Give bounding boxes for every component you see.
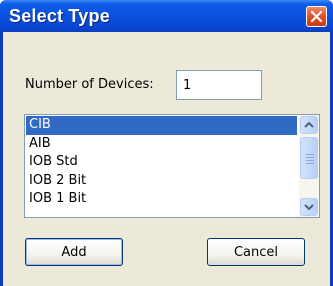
scroll-down-button[interactable] — [300, 198, 318, 216]
add-button[interactable]: Add — [25, 238, 123, 266]
list-item-iob-std[interactable]: IOB Std — [26, 153, 297, 172]
title-bar[interactable]: Select Type — [0, 0, 333, 32]
thumb-grip-line — [306, 154, 314, 155]
list-item-iob-2-bit[interactable]: IOB 2 Bit — [26, 172, 297, 191]
list-scrollbar[interactable] — [299, 115, 319, 217]
close-icon — [310, 10, 323, 23]
list-item-aib[interactable]: AIB — [26, 135, 297, 154]
number-of-devices-label: Number of Devices: — [25, 77, 154, 92]
scroll-down-arrow-icon — [304, 204, 314, 211]
cancel-button[interactable]: Cancel — [207, 238, 305, 266]
device-type-list: CIB AIB IOB Std IOB 2 Bit IOB 1 Bit — [26, 116, 297, 209]
list-item-cib[interactable]: CIB — [26, 116, 297, 135]
scroll-up-button[interactable] — [300, 116, 318, 134]
number-of-devices-input[interactable] — [176, 70, 262, 100]
list-item-iob-1-bit[interactable]: IOB 1 Bit — [26, 190, 297, 209]
thumb-grip-line — [306, 163, 314, 164]
thumb-grip-line — [306, 160, 314, 161]
dialog-window: Select Type Number of Devices: CIB AIB I… — [0, 0, 333, 286]
close-button[interactable] — [306, 6, 327, 27]
dialog-title: Select Type — [9, 6, 110, 26]
thumb-grip-line — [306, 157, 314, 158]
device-type-listbox[interactable]: CIB AIB IOB Std IOB 2 Bit IOB 1 Bit — [24, 114, 320, 218]
scroll-up-arrow-icon — [304, 121, 314, 128]
scroll-thumb[interactable] — [300, 137, 318, 179]
